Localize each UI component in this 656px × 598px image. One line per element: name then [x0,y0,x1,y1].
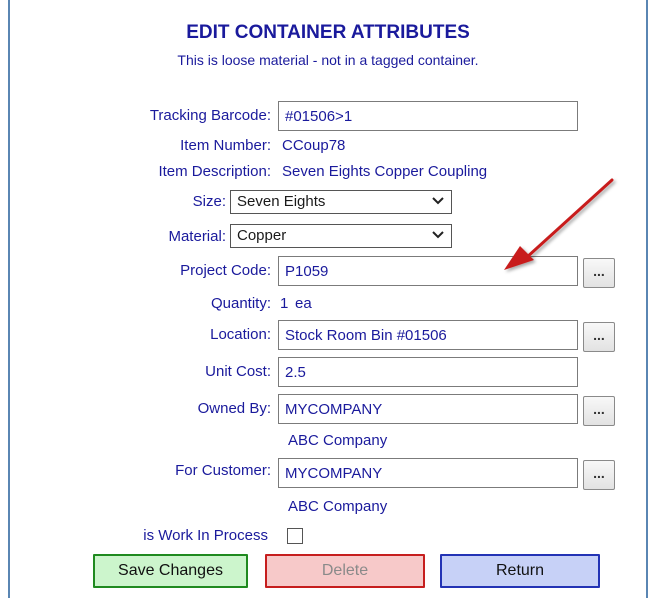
location-input[interactable] [278,320,578,350]
for-customer-lookup-button[interactable]: ... [583,460,615,490]
work-in-process-checkbox[interactable] [287,528,303,544]
owned-by-input[interactable] [278,394,578,424]
item-description-value: Seven Eights Copper Coupling [282,163,488,180]
tracking-barcode-label: Tracking Barcode: [149,107,271,124]
for-customer-label: For Customer: [175,462,271,479]
owned-by-label: Owned By: [197,400,271,417]
item-description-label: Item Description: [158,163,271,180]
material-select[interactable]: Copper [230,224,452,248]
unit-cost-input[interactable] [278,357,578,387]
return-button[interactable]: Return [440,554,600,588]
size-select[interactable]: Seven Eights [230,190,452,214]
item-number-value: CCoup78 [282,137,346,154]
quantity-label: Quantity: [210,295,271,312]
page-title: EDIT CONTAINER ATTRIBUTES [186,22,470,43]
save-changes-button[interactable]: Save Changes [93,554,248,588]
tracking-barcode-input[interactable] [278,101,578,131]
quantity-unit: ea [295,295,312,312]
project-code-label: Project Code: [180,262,271,279]
size-selected-value: Seven Eights [237,193,326,210]
page-subtitle: This is loose material - not in a tagged… [177,52,479,68]
material-label: Material: [168,228,226,245]
annotation-arrow-icon [504,178,614,270]
for-customer-input[interactable] [278,458,578,488]
location-label: Location: [210,326,271,343]
delete-button[interactable]: Delete [265,554,425,588]
chevron-down-icon [432,197,444,205]
chevron-down-icon [432,231,444,239]
size-label: Size: [192,193,226,210]
owned-by-company-name: ABC Company [288,432,388,449]
material-selected-value: Copper [237,227,287,244]
owned-by-lookup-button[interactable]: ... [583,396,615,426]
item-number-label: Item Number: [180,137,271,154]
quantity-value: 1 [280,295,289,312]
work-in-process-label: is Work In Process [143,527,268,544]
for-customer-company-name: ABC Company [288,498,388,515]
unit-cost-label: Unit Cost: [205,363,271,380]
location-lookup-button[interactable]: ... [583,322,615,352]
